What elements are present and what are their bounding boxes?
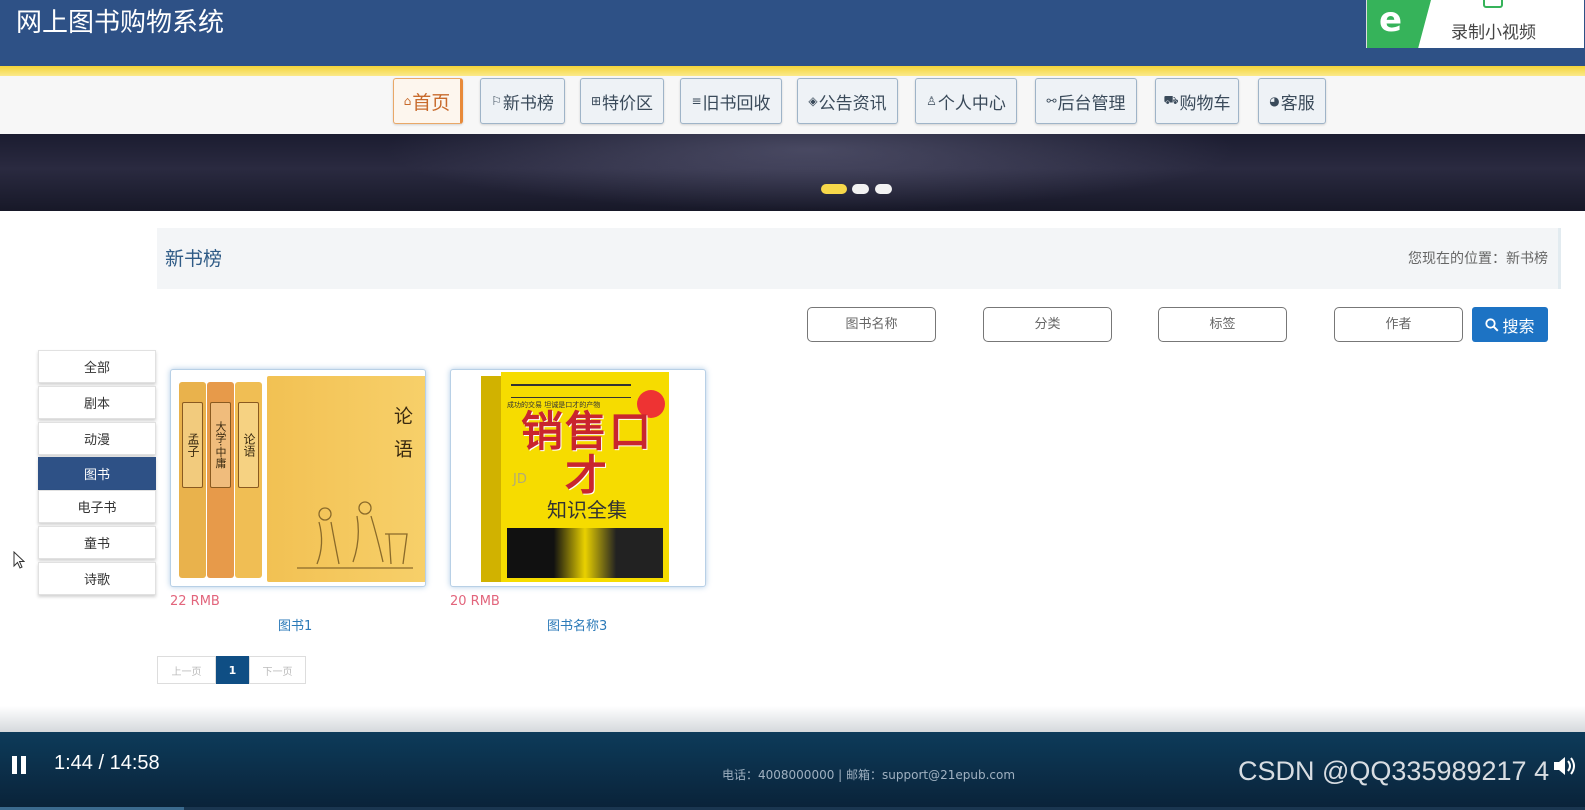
nav-item-new-books[interactable]: ⚐ 新书榜: [480, 78, 565, 124]
flag-icon: ⚐: [491, 94, 502, 108]
nav-label: 旧书回收: [702, 93, 771, 114]
nav-item-cart[interactable]: ⛟ 购物车: [1155, 78, 1239, 124]
carousel-dot-2[interactable]: [852, 184, 869, 194]
header-stripe: [0, 66, 1585, 76]
grid-icon: ⊞: [590, 94, 602, 108]
nav-item-personal-center[interactable]: ♙ 个人中心: [915, 78, 1017, 124]
book-spine: 孟子: [179, 382, 206, 578]
cover-subtitle: 知识全集: [547, 498, 627, 522]
book-cover-image: 成功的交易 坦诚是口才的产物 销售口才 JD 知识全集: [481, 372, 671, 584]
author-input[interactable]: [1334, 307, 1463, 342]
nav-label: 首页: [412, 91, 451, 114]
category-script[interactable]: 剧本: [38, 386, 156, 419]
recorder-logo-icon: e: [1367, 0, 1431, 48]
breadcrumb-bar: 新书榜 您现在的位置：新书榜: [157, 228, 1561, 289]
video-icon: [1483, 0, 1503, 8]
book-title-link[interactable]: 图书名称3: [547, 615, 607, 634]
page-number-current[interactable]: 1: [216, 656, 249, 684]
banner-image: [380, 134, 1240, 211]
pause-icon: [12, 756, 17, 774]
csdn-watermark: CSDN @QQ335989217 4: [1238, 756, 1550, 786]
sliders-icon: ≡: [691, 94, 702, 108]
carousel-dot-1[interactable]: [821, 184, 847, 194]
footer-fade: [0, 706, 1585, 734]
book-spine: [481, 376, 501, 582]
spine-label: 论语: [238, 402, 259, 488]
book-price: 20 RMB: [450, 594, 500, 609]
next-page-button[interactable]: 下一页: [249, 656, 306, 684]
cart-icon: ⛟: [1163, 93, 1179, 107]
home-icon: ⌂: [403, 94, 412, 108]
nav-item-home[interactable]: ⌂ 首页: [393, 78, 463, 124]
video-player-bar: 1:44 / 14:58 电话：4008000000 | 邮箱：support@…: [0, 732, 1585, 810]
book-cover-image: 孟子 大学·中庸 论语 论语: [177, 374, 425, 582]
illustration-icon: [297, 501, 413, 569]
book-card-1[interactable]: 孟子 大学·中庸 论语 论语: [170, 369, 426, 587]
cover-photo: [507, 528, 663, 578]
volume-icon[interactable]: [1552, 754, 1578, 778]
nav-label: 后台管理: [1057, 93, 1126, 114]
nav-label: 公告资讯: [818, 93, 887, 114]
cover-title: 销售口才: [520, 407, 653, 500]
nav-item-announcements[interactable]: ◈ 公告资讯: [797, 78, 898, 124]
footer-contact: 电话：4008000000 | 邮箱：support@21epub.com: [722, 768, 1016, 782]
link-icon: ⚯: [1046, 94, 1057, 108]
breadcrumb: 您现在的位置：新书榜: [1408, 251, 1548, 267]
carousel-dot-3[interactable]: [875, 184, 892, 194]
banner-carousel: [0, 134, 1585, 211]
spine-label: 大学·中庸: [210, 402, 231, 488]
category-all[interactable]: 全部: [38, 350, 156, 383]
book-spine: 论语: [235, 382, 262, 578]
nav-item-specials[interactable]: ⊞ 特价区: [580, 78, 664, 124]
spine-label: 孟子: [182, 402, 203, 488]
nav-label: 特价区: [602, 93, 654, 114]
page-title: 新书榜: [165, 248, 223, 270]
nav-item-admin[interactable]: ⚯ 后台管理: [1035, 78, 1137, 124]
pause-button[interactable]: [10, 756, 30, 776]
nav-item-customer-service[interactable]: ◕ 客服: [1258, 78, 1326, 124]
book-card-2[interactable]: 成功的交易 坦诚是口才的产物 销售口才 JD 知识全集: [450, 369, 706, 587]
cover-watermark: JD: [513, 472, 527, 487]
record-video-label: 录制小视频: [1451, 23, 1536, 43]
layers-icon: ◈: [808, 94, 818, 108]
nav-label: 客服: [1280, 93, 1315, 114]
search-button-label: 搜索: [1502, 316, 1535, 336]
book-front-cover: 论语: [267, 376, 425, 582]
page: 网上图书购物系统 e 录制小视频 ⌂ 首页 ⚐ 新书榜 ⊞ 特价区 ≡ 旧书回收…: [0, 0, 1585, 810]
category-poetry[interactable]: 诗歌: [38, 562, 156, 595]
cover-tagline-rule: [511, 384, 631, 398]
record-video-widget[interactable]: e 录制小视频: [1366, 0, 1584, 48]
book-front-cover: 成功的交易 坦诚是口才的产物 销售口才 JD 知识全集: [501, 372, 669, 582]
nav-label: 购物车: [1179, 93, 1231, 114]
category-input[interactable]: [983, 307, 1112, 342]
nav-item-book-recycle[interactable]: ≡ 旧书回收: [680, 78, 782, 124]
book-name-input[interactable]: [807, 307, 936, 342]
chat-icon: ◕: [1269, 94, 1280, 108]
search-button[interactable]: 搜索: [1472, 307, 1548, 342]
site-title: 网上图书购物系统: [16, 8, 225, 38]
tag-input[interactable]: [1158, 307, 1287, 342]
prev-page-button[interactable]: 上一页: [157, 656, 216, 684]
search-icon: [1485, 317, 1499, 332]
category-anime[interactable]: 动漫: [38, 422, 156, 455]
book-title-link[interactable]: 图书1: [278, 615, 312, 634]
user-icon: ♙: [926, 94, 937, 108]
mouse-cursor-icon: [13, 551, 25, 569]
category-ebooks[interactable]: 电子书: [38, 490, 156, 523]
category-books[interactable]: 图书: [38, 457, 156, 490]
nav-label: 个人中心: [937, 93, 1006, 114]
book-price: 22 RMB: [170, 594, 220, 609]
pagination: 上一页 1 下一页: [157, 656, 306, 684]
cover-title: 论语: [391, 406, 413, 472]
pause-icon: [21, 756, 26, 774]
site-header: 网上图书购物系统 e 录制小视频: [0, 0, 1585, 66]
nav-label: 新书榜: [502, 93, 554, 114]
playback-time: 1:44 / 14:58: [54, 752, 160, 774]
category-childrens-books[interactable]: 童书: [38, 526, 156, 559]
book-spine: 大学·中庸: [207, 382, 234, 578]
main-nav: ⌂ 首页 ⚐ 新书榜 ⊞ 特价区 ≡ 旧书回收 ◈ 公告资讯 ♙ 个人中心 ⚯ …: [0, 76, 1585, 134]
